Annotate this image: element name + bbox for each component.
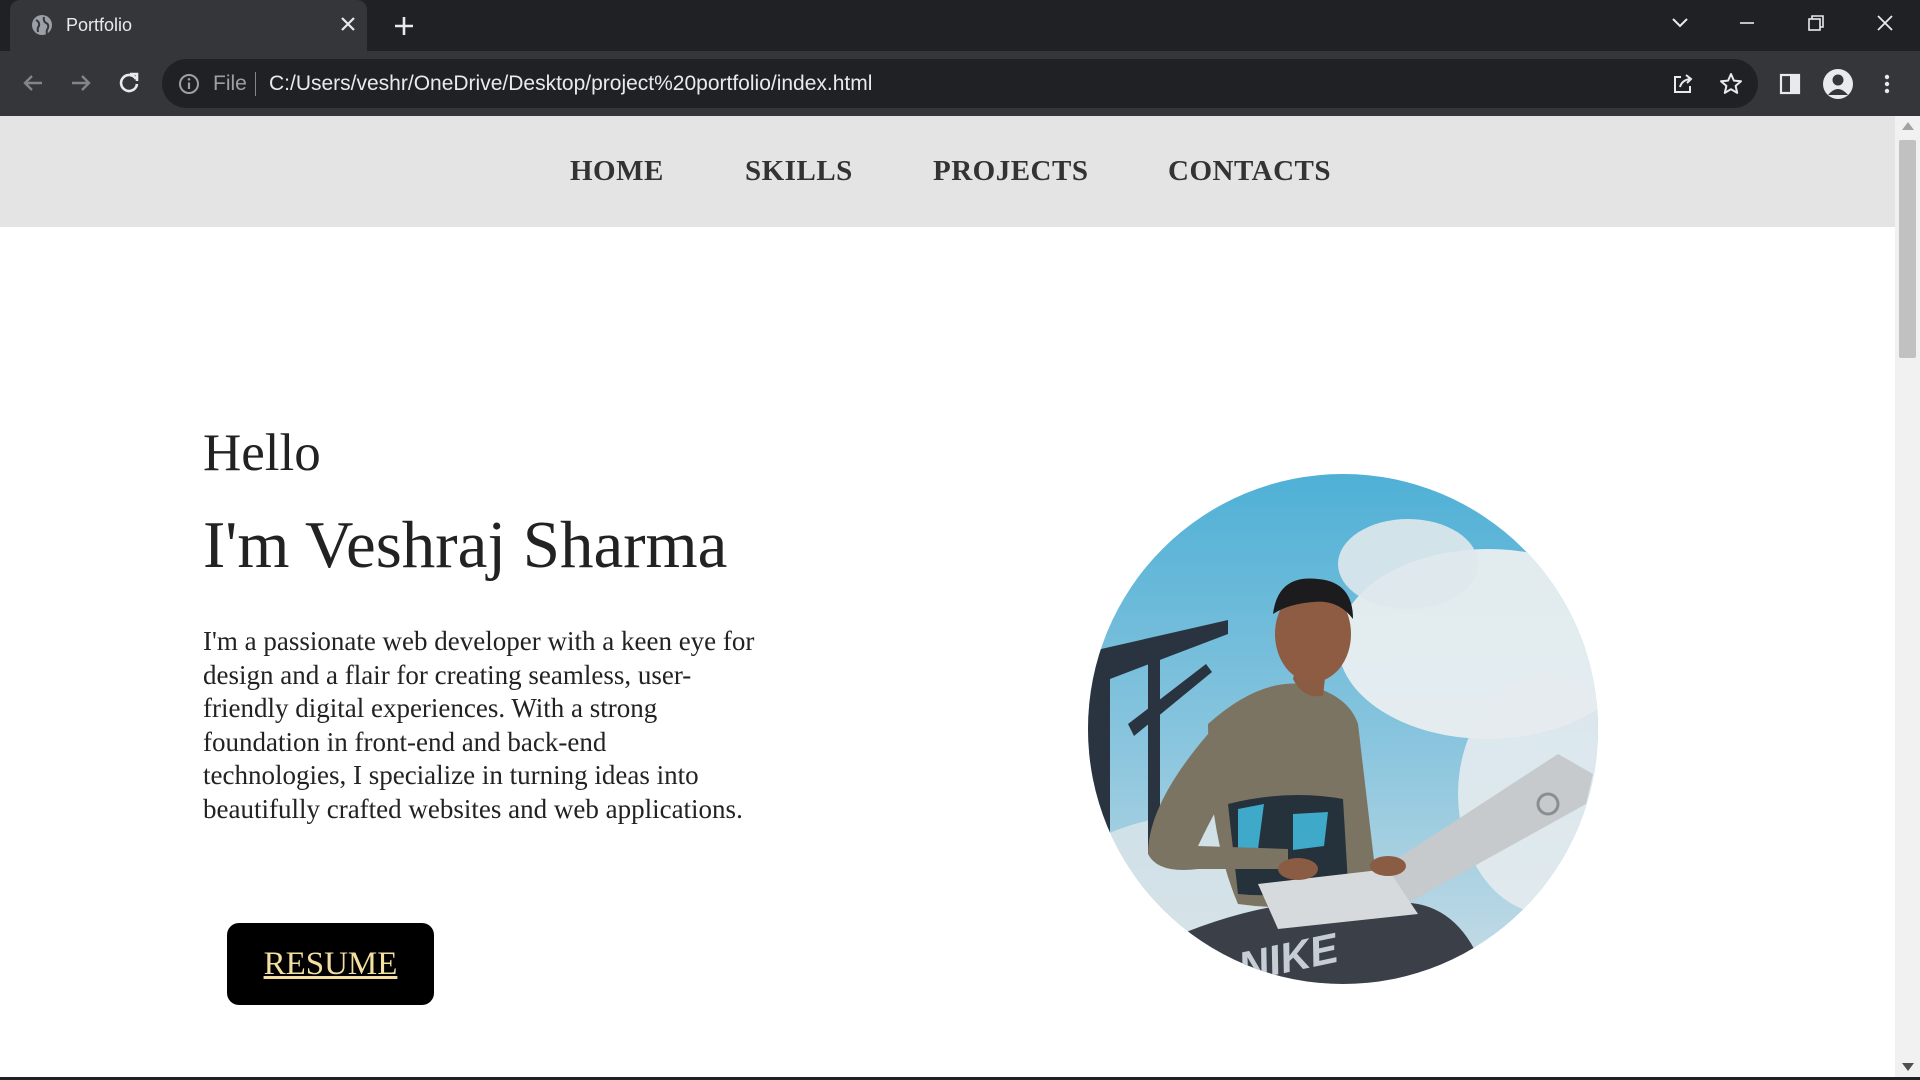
plus-icon[interactable] (391, 13, 417, 39)
scroll-down-arrow-icon[interactable] (1902, 1063, 1914, 1071)
arrow-right-icon (72, 75, 91, 91)
about-line: I'm a passionate web developer with a ke… (203, 626, 755, 656)
forward-button[interactable] (65, 67, 97, 99)
reload-icon (119, 72, 139, 93)
profile-photo: NIKE (1088, 474, 1598, 984)
minimize-button[interactable] (1730, 8, 1764, 38)
profile-button[interactable] (1823, 69, 1853, 99)
minimize-icon (1740, 22, 1754, 24)
side-panel-icon (1779, 73, 1801, 95)
profile-icon (1828, 74, 1848, 95)
close-window-button[interactable] (1868, 8, 1902, 38)
tab-search-button[interactable] (1663, 8, 1697, 38)
info-icon[interactable] (177, 72, 201, 96)
browser-tab[interactable]: Portfolio (10, 0, 367, 51)
hero-greeting: Hello (203, 424, 321, 482)
back-button[interactable] (17, 67, 49, 99)
star-icon[interactable] (1718, 71, 1744, 97)
about-line: technologies, I specialize in turning id… (203, 760, 699, 791)
close-icon (1877, 15, 1893, 31)
nav-projects[interactable]: PROJECTS (933, 154, 1088, 188)
scroll-up-arrow-icon[interactable] (1902, 122, 1914, 130)
page-scrollbar[interactable] (1895, 116, 1920, 1077)
about-line: beautifully crafted websites and web app… (203, 793, 743, 824)
page-viewport: HOME SKILLS PROJECTS CONTACTS Hello I'm … (0, 116, 1895, 1077)
separator (255, 72, 256, 96)
scheme-label: File (213, 72, 247, 95)
close-icon[interactable] (337, 13, 359, 35)
about-line: design and a flair for creating seamless… (203, 659, 692, 690)
browser-menu-button[interactable] (1873, 70, 1901, 98)
nav-home[interactable]: HOME (570, 154, 664, 188)
hero-name: I'm Veshraj Sharma (203, 508, 728, 582)
hero-about: I'm a passionate web developer with a ke… (203, 625, 793, 827)
restore-icon (1808, 15, 1824, 31)
scroll-thumb[interactable] (1899, 140, 1916, 358)
browser-toolbar: File C:/Users/veshr/OneDrive/Desktop/pro… (0, 51, 1920, 116)
chevron-down-icon (1672, 18, 1688, 28)
nav-skills[interactable]: SKILLS (745, 154, 853, 188)
resume-label: RESUME (263, 945, 398, 982)
globe-icon (32, 15, 52, 35)
kebab-menu-icon (1884, 74, 1890, 94)
arrow-left-icon (23, 75, 42, 91)
site-nav: HOME SKILLS PROJECTS CONTACTS (0, 116, 1895, 227)
url-text[interactable]: C:/Users/veshr/OneDrive/Desktop/project%… (269, 72, 872, 96)
share-icon[interactable] (1670, 71, 1696, 97)
about-line: foundation in front-end and back-end (203, 726, 607, 757)
nav-contacts[interactable]: CONTACTS (1168, 154, 1331, 188)
side-panel-button[interactable] (1776, 70, 1804, 98)
reload-button[interactable] (113, 67, 145, 99)
tab-title: Portfolio (66, 15, 133, 35)
resume-button[interactable]: RESUME (227, 923, 434, 1005)
restore-button[interactable] (1799, 8, 1833, 38)
about-line: friendly digital experiences. With a str… (203, 693, 658, 724)
tab-strip: Portfolio (0, 0, 1920, 51)
address-bar[interactable]: File C:/Users/veshr/OneDrive/Desktop/pro… (162, 59, 1758, 108)
